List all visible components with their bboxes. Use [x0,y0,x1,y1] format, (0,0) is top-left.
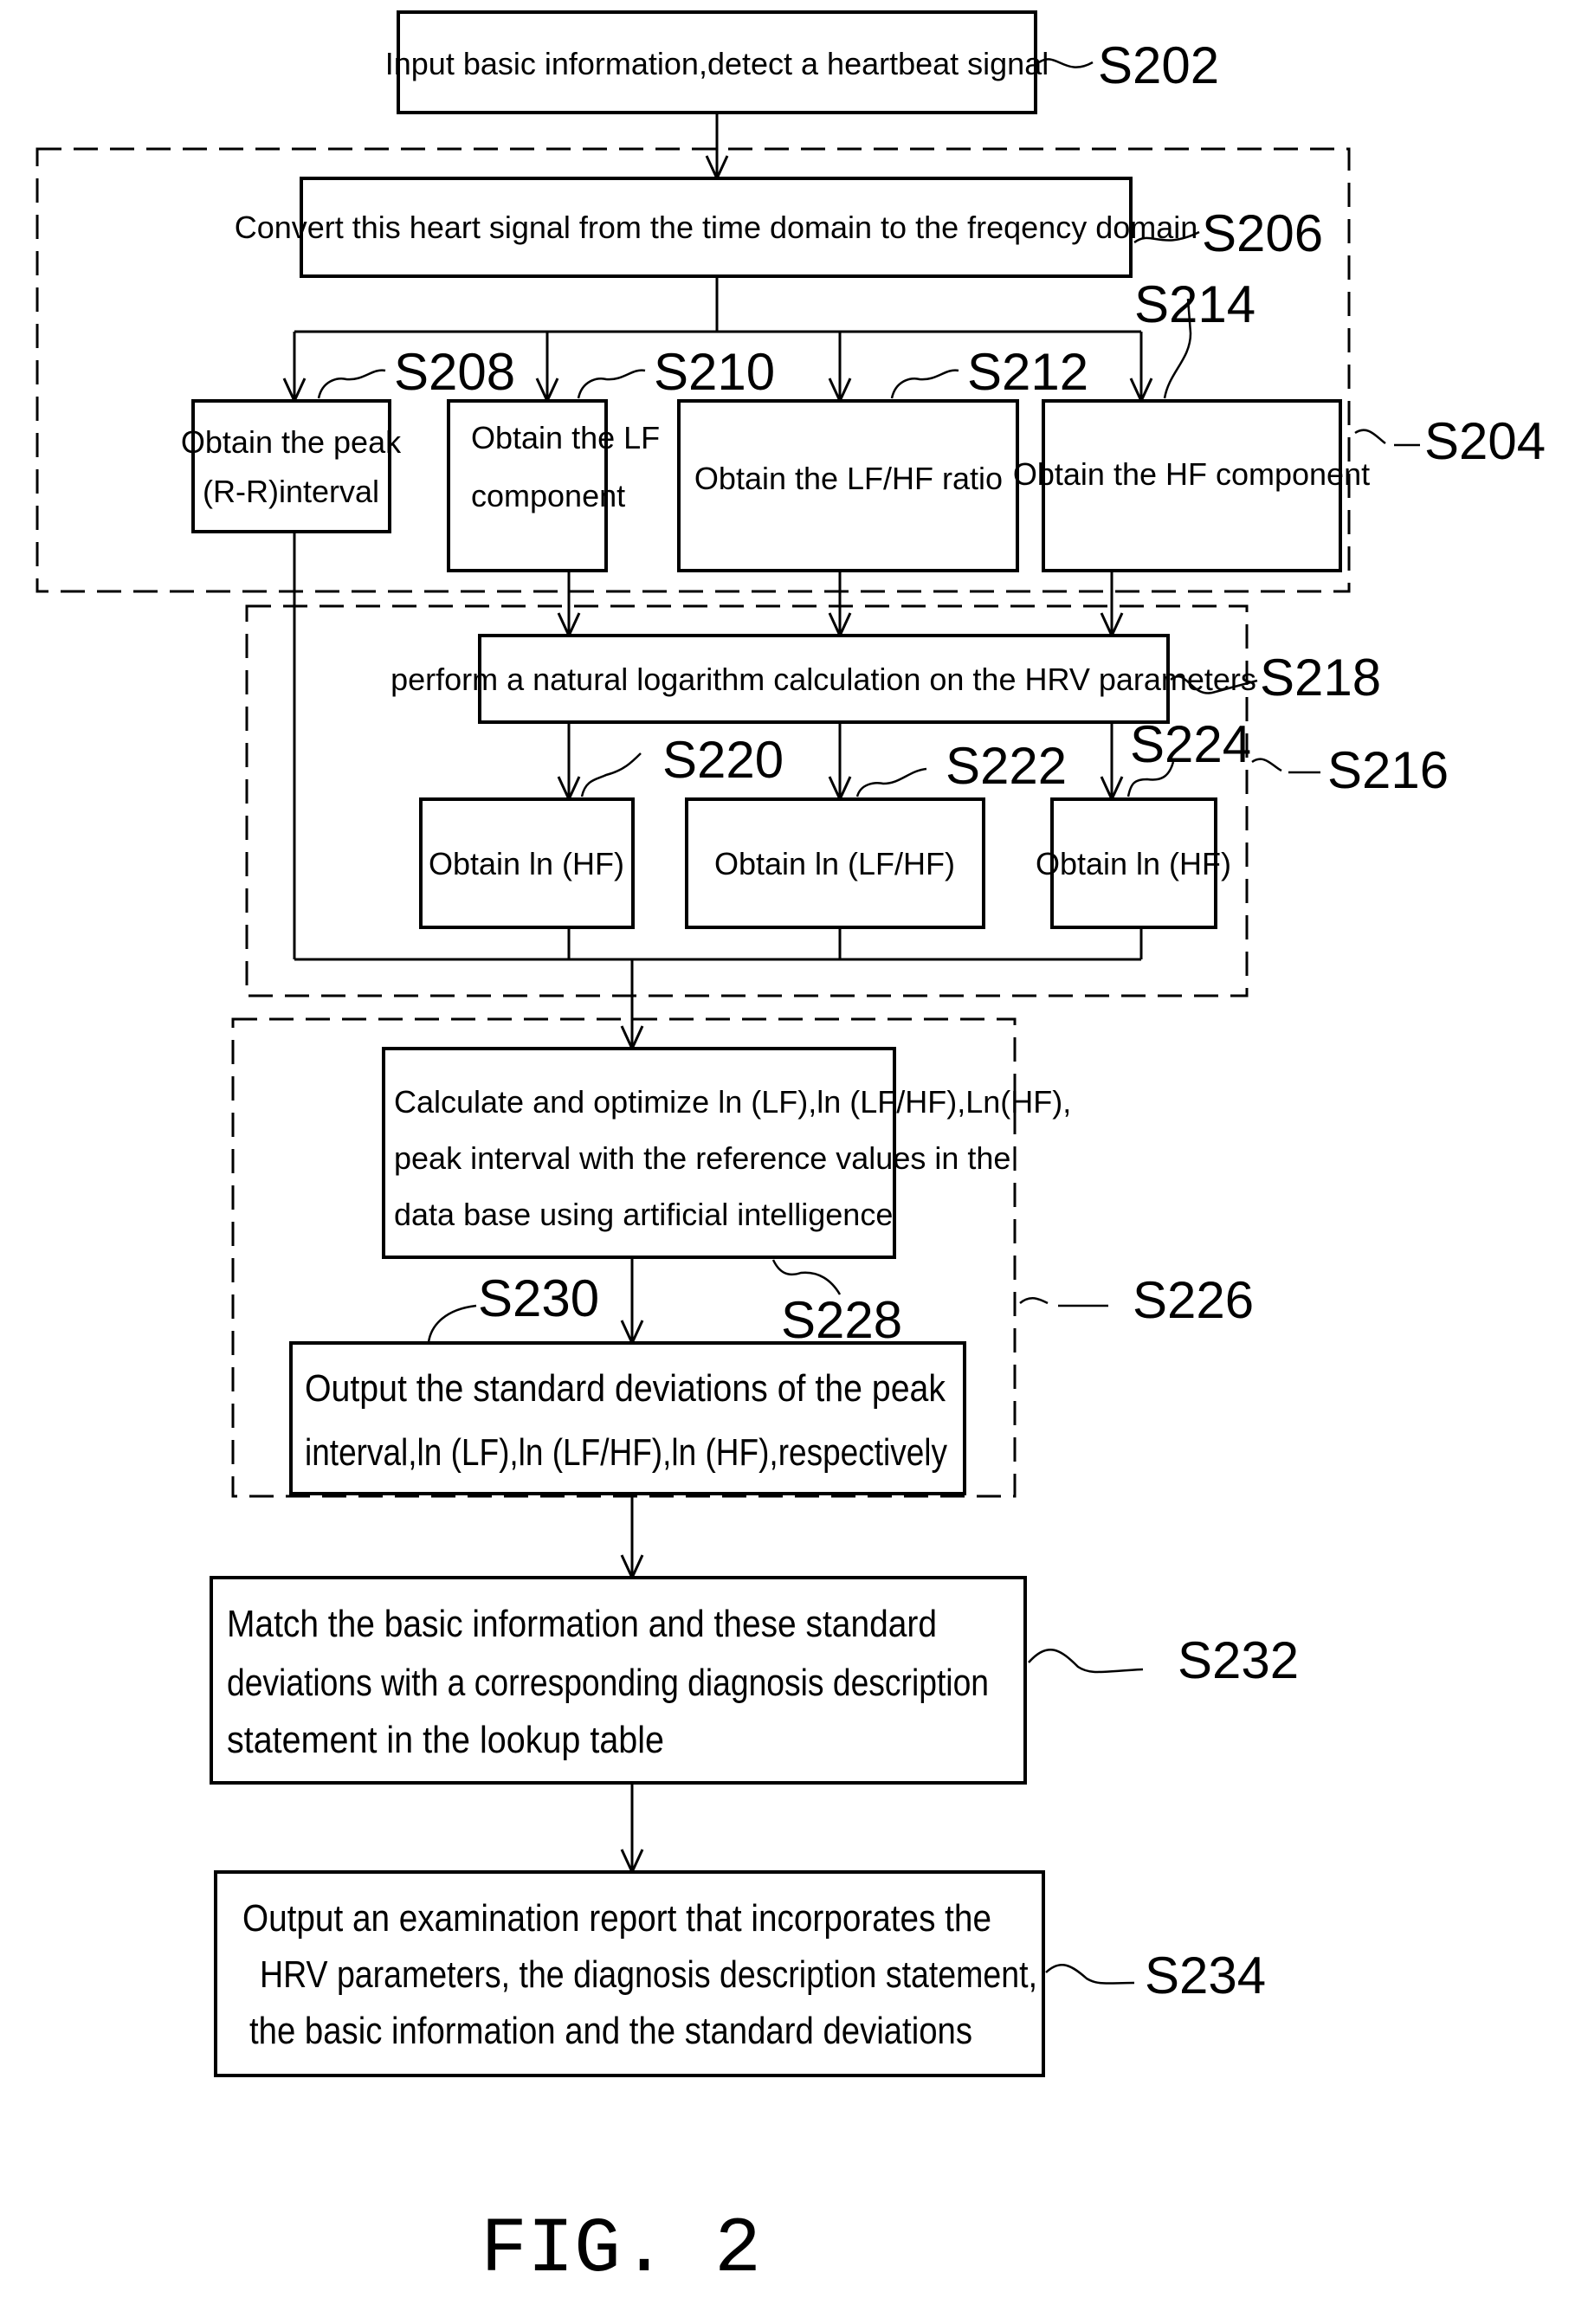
step-label: S230 [478,1269,599,1327]
step-s214: Obtain the HF component S214 [1013,275,1370,572]
step-text: Obtain ln (HF) [429,846,624,881]
step-text: Input basic information,detect a heartbe… [385,46,1049,81]
leader-line [771,1259,842,1295]
leader-line [1354,429,1420,447]
step-s202: Input basic information,detect a heartbe… [385,10,1219,114]
step-text: statement in the lookup table [227,1719,664,1761]
leader-line [577,369,646,399]
step-text: Match the basic information and these st… [227,1603,937,1645]
step-label: S202 [1098,36,1219,94]
group-s204: S204 [1354,412,1546,470]
flowchart: Input basic information,detect a heartbe… [36,10,1546,2295]
group-label: S216 [1327,741,1449,799]
leader-line [890,369,959,399]
step-text: Obtain ln (HF) [1036,846,1231,881]
step-label: S218 [1260,649,1381,707]
step-text: (R-R)interval [203,474,379,509]
step-text: HRV parameters, the diagnosis descriptio… [260,1953,1037,1996]
step-label: S232 [1178,1631,1299,1689]
step-s206: Convert this heart signal from the time … [235,177,1323,278]
group-label: S226 [1133,1271,1254,1329]
step-label: S222 [946,737,1067,795]
group-s216: S216 [1251,741,1449,799]
leader-line [1019,1297,1108,1307]
leader-line [427,1304,477,1343]
step-s224: Obtain ln (HF) S224 [1036,715,1251,929]
step-label: S208 [394,343,515,401]
step-s218: perform a natural logarithm calculation … [391,634,1381,724]
step-label: S206 [1202,204,1323,262]
step-text: the basic information and the standard d… [249,2010,972,2052]
leader-line [580,752,642,797]
step-text: deviations with a corresponding diagnosi… [227,1662,989,1704]
step-box [191,399,391,533]
step-text: Output the standard deviations of the pe… [305,1367,946,1410]
step-label: S224 [1130,715,1251,773]
step-text: Obtain the HF component [1013,456,1370,492]
group-s226: S226 [1019,1271,1254,1329]
step-label: S234 [1145,1946,1266,2004]
step-text: Convert this heart signal from the time … [235,210,1198,245]
step-s232: Match the basic information and these st… [210,1576,1299,1785]
step-text: perform a natural logarithm calculation … [391,662,1256,697]
step-text: component [471,478,625,513]
step-text: peak interval with the reference values … [394,1140,1010,1176]
leader-line [317,369,386,399]
step-label: S212 [967,343,1088,401]
group-label: S204 [1424,412,1546,470]
step-text: Calculate and optimize ln (LF),ln (LF/HF… [394,1084,1071,1120]
leader-line [1045,1963,1135,1985]
step-text: Output an examination report that incorp… [242,1897,991,1940]
step-text: Obtain the LF [471,420,660,455]
step-text: Obtain ln (LF/HF) [714,846,955,881]
leader-line [855,767,927,797]
step-text: data base using artificial intelligence [394,1197,893,1232]
leader-line [1251,758,1320,774]
figure-caption: FIG. 2 [481,2206,761,2295]
step-text: Obtain the LF/HF ratio [694,461,1003,496]
step-label: S228 [781,1291,902,1349]
step-text: Obtain the peak [181,424,402,460]
step-text: interval,ln (LF),ln (LF/HF),ln (HF),resp… [305,1431,947,1474]
step-s234: Output an examination report that incorp… [214,1870,1266,2077]
step-label: S210 [654,343,775,401]
leader-line [1028,1648,1144,1674]
step-label: S214 [1134,275,1255,333]
step-label: S220 [662,731,784,789]
